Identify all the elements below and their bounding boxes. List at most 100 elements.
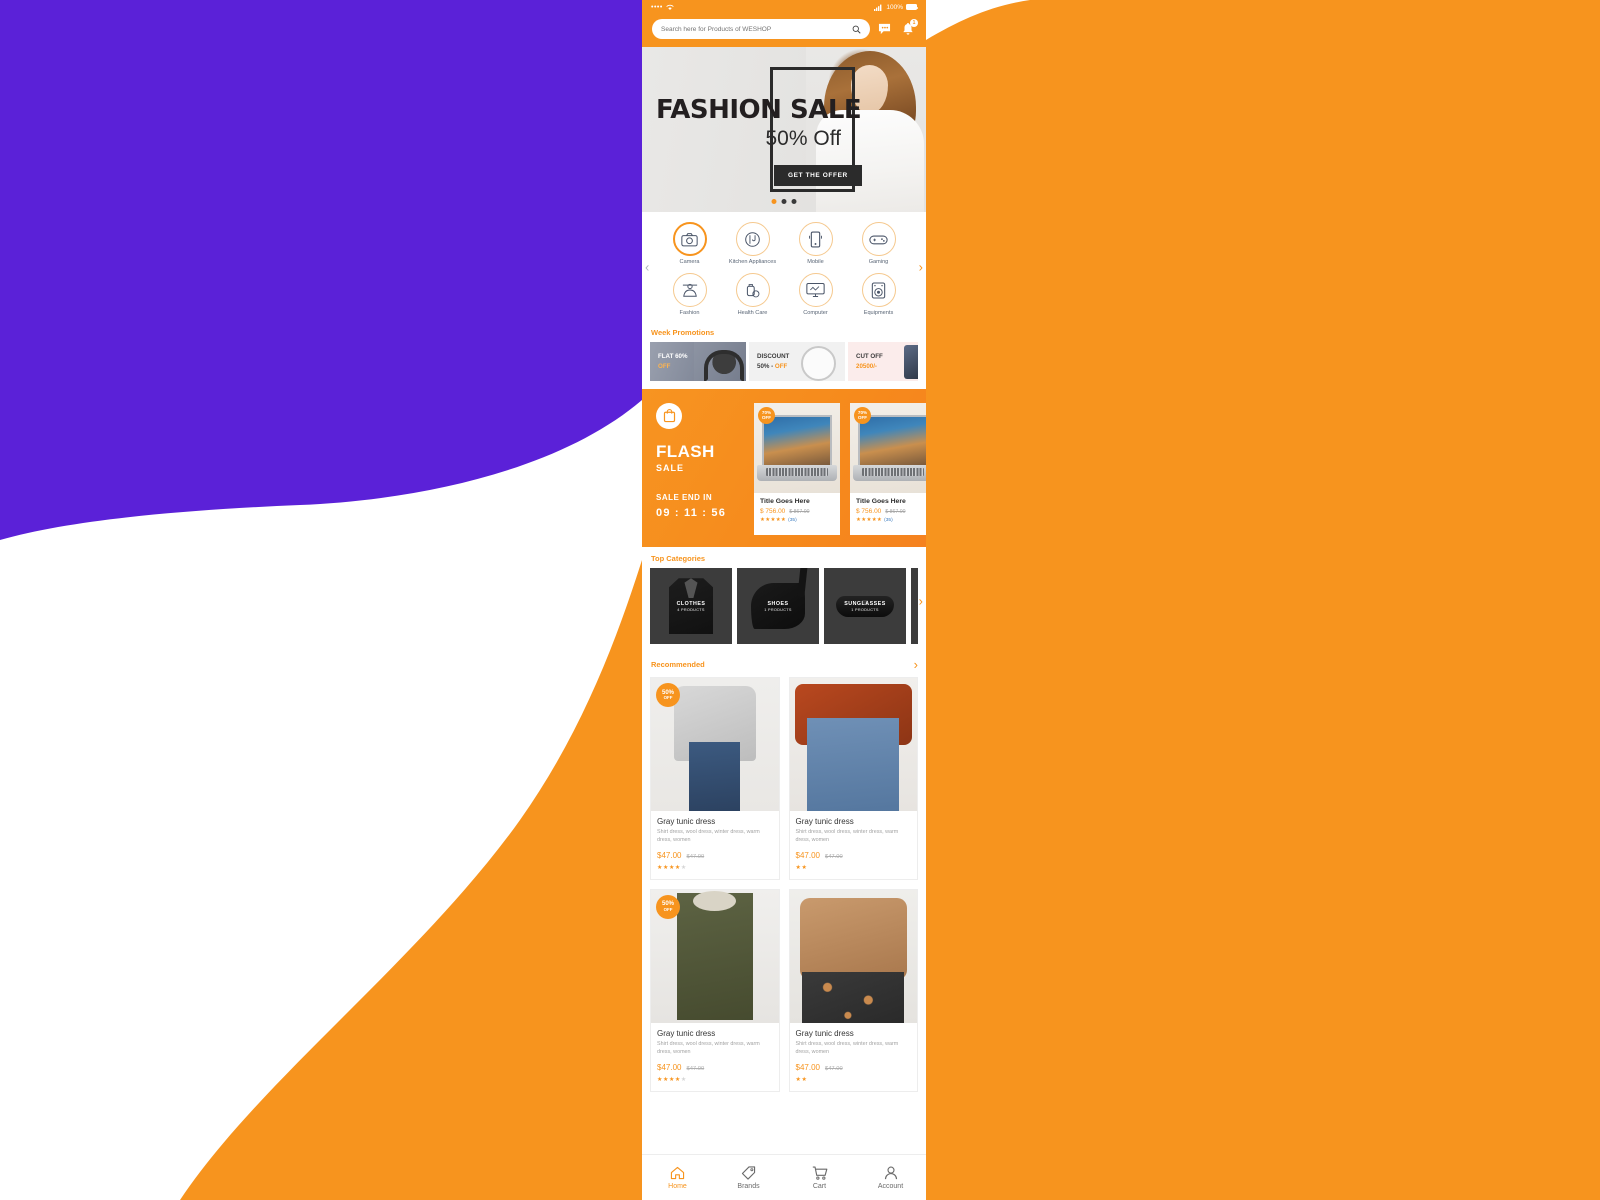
category-label: Fashion	[679, 310, 700, 317]
nav-label: Home	[668, 1182, 687, 1190]
rating-stars: ★★★★★	[760, 517, 787, 524]
product-card[interactable]: Gray tunic dress Shirt dress, wool dress…	[788, 677, 918, 880]
battery-icon	[906, 4, 919, 10]
badge-off-label: OFF	[761, 414, 772, 420]
hero-banner[interactable]: FASHION SALE 50% Off GET THE OFFER	[642, 47, 926, 212]
nav-item-account[interactable]: Account	[855, 1166, 926, 1190]
recommended-grid: 50% OFF Gray tunic dress Shirt dress, wo…	[650, 677, 918, 1092]
computer-icon	[798, 273, 833, 308]
top-categories-next-arrow[interactable]: ›	[919, 594, 923, 607]
search-input[interactable]	[661, 25, 848, 33]
category-label: Gaming	[868, 259, 889, 265]
promo-card-cutoff[interactable]: CUT OFF 20500/-	[848, 342, 918, 382]
carousel-dot-1[interactable]	[771, 199, 777, 204]
hero-title: FASHION SALE	[656, 95, 862, 125]
product-price: $47.00	[795, 850, 820, 860]
category-count: 1 PRODUCTS	[851, 607, 879, 612]
promo-line-2: OFF	[658, 362, 671, 370]
product-card[interactable]: 50% OFF Gray tunic dress Shirt dress, wo…	[650, 677, 780, 880]
search-icon[interactable]	[852, 25, 861, 34]
category-mobile[interactable]: Mobile	[784, 222, 847, 265]
kitchen-icon	[735, 222, 770, 256]
product-card[interactable]: 50% OFF Gray tunic dress Shirt dress, wo…	[650, 888, 780, 1092]
carousel-dot-2[interactable]	[781, 199, 787, 204]
product-image	[789, 889, 917, 1023]
category-name: CLOTHES	[676, 600, 706, 607]
notification-badge: 1	[910, 18, 918, 27]
washer-icon	[861, 273, 896, 308]
category-health-care[interactable]: Health Care	[721, 273, 784, 316]
battery-percent: 100%	[886, 3, 903, 11]
category-label: Camera	[679, 259, 700, 265]
week-promotions-section: Week Promotions FLAT 60% OFF DISCOUNT 50…	[642, 322, 926, 390]
phone-screen: •••• 100% Search here for Products of WE…	[642, 0, 926, 1200]
week-promotions-title: Week Promotions	[651, 328, 715, 338]
top-categories-prev-arrow[interactable]: ‹	[645, 594, 649, 607]
product-title: Title Goes Here	[856, 498, 906, 506]
search-bar[interactable]	[652, 19, 870, 39]
gamepad-icon	[861, 222, 896, 256]
top-category-watches[interactable]: WATCHES 2 PRODUCTS	[911, 568, 918, 645]
top-categories-section: Top Categories ‹ › CLOTHES 4 PRODUCTS SH…	[642, 547, 926, 655]
flash-sale-subtitle: SALE	[656, 463, 685, 474]
flash-sale-title: FLASH	[656, 442, 715, 462]
user-icon	[884, 1166, 897, 1179]
top-category-shoes[interactable]: SHOES 1 PRODUCTS	[737, 568, 819, 645]
top-category-sunglasses[interactable]: SUNGLASSES 1 PRODUCTS	[824, 568, 906, 645]
cart-icon	[812, 1166, 827, 1180]
rating-stars: ★★★★★	[856, 517, 883, 524]
category-count: 4 PRODUCTS	[677, 607, 705, 612]
badge-off-label: OFF	[663, 695, 673, 701]
product-old-price: $ 867.00	[789, 509, 810, 516]
chat-icon[interactable]	[878, 23, 891, 35]
product-title: Title Goes Here	[760, 498, 810, 506]
product-image	[789, 678, 917, 812]
rating-stars: ★★★★★	[657, 864, 687, 871]
badge-off-label: OFF	[857, 414, 868, 420]
category-label: Equipments	[863, 310, 894, 317]
product-price: $ 756.00	[856, 508, 882, 516]
nav-item-home[interactable]: Home	[642, 1166, 713, 1190]
nav-item-cart[interactable]: Cart	[784, 1166, 855, 1190]
recommended-next-arrow[interactable]: ›	[914, 658, 918, 671]
hero-carousel-dots[interactable]	[771, 199, 797, 204]
bottom-navigation: Home Brands Cart Account	[642, 1154, 926, 1200]
product-old-price: $47.00	[686, 853, 705, 860]
category-computer[interactable]: Computer	[784, 273, 847, 316]
flash-sale-products: 70% OFF Title Goes Here $ 756.00 $ 867.0…	[754, 403, 926, 536]
bell-icon[interactable]: 1	[902, 18, 918, 36]
get-the-offer-button[interactable]: GET THE OFFER	[774, 165, 862, 186]
flash-sale-section: FLASH SALE SALE END IN 09 : 11 : 56 70% …	[642, 389, 926, 548]
promo-card-flat60[interactable]: FLAT 60% OFF	[650, 342, 746, 382]
nav-item-brands[interactable]: Brands	[713, 1165, 784, 1190]
recommended-section: Recommended › 50% OFF Gray tunic dress S…	[642, 654, 926, 1154]
phone-image	[892, 342, 918, 382]
product-price: $ 756.00	[760, 508, 786, 516]
category-name: SHOES	[767, 600, 789, 607]
category-label: Kitchen Appliances	[728, 259, 777, 265]
flash-product-card[interactable]: 70% OFF Title Goes Here $ 756.00 $ 867.0…	[850, 403, 926, 536]
category-gaming[interactable]: Gaming	[847, 222, 910, 265]
product-card[interactable]: Gray tunic dress Shirt dress, wool dress…	[788, 888, 918, 1092]
category-next-arrow[interactable]: ›	[919, 261, 923, 274]
product-image-laptop: 70% OFF	[754, 403, 840, 494]
category-equipments[interactable]: Equipments	[847, 273, 910, 316]
promo-line-1: FLAT 60%	[658, 353, 688, 361]
home-icon	[670, 1166, 685, 1179]
top-category-clothes[interactable]: CLOTHES 4 PRODUCTS	[650, 568, 732, 645]
promo-card-discount[interactable]: DISCOUNT 50% - OFF	[749, 342, 845, 382]
flash-product-card[interactable]: 70% OFF Title Goes Here $ 756.00 $ 867.0…	[754, 403, 840, 536]
wifi-icon	[666, 4, 674, 10]
category-fashion[interactable]: Fashion	[658, 273, 721, 316]
category-kitchen-appliances[interactable]: Kitchen Appliances	[721, 222, 784, 265]
nav-label: Cart	[812, 1182, 827, 1190]
flash-sale-info: FLASH SALE SALE END IN 09 : 11 : 56	[642, 403, 754, 535]
carousel-dot-3[interactable]	[791, 199, 797, 204]
product-description: Shirt dress, wool dress, winter dress, w…	[795, 1040, 899, 1055]
rating-stars: ★★	[795, 1076, 808, 1083]
laptop-screen	[762, 415, 832, 466]
category-prev-arrow[interactable]: ‹	[645, 261, 649, 274]
category-count: 1 PRODUCTS	[764, 607, 792, 612]
category-camera[interactable]: Camera	[658, 222, 721, 265]
model-photo	[789, 678, 917, 812]
